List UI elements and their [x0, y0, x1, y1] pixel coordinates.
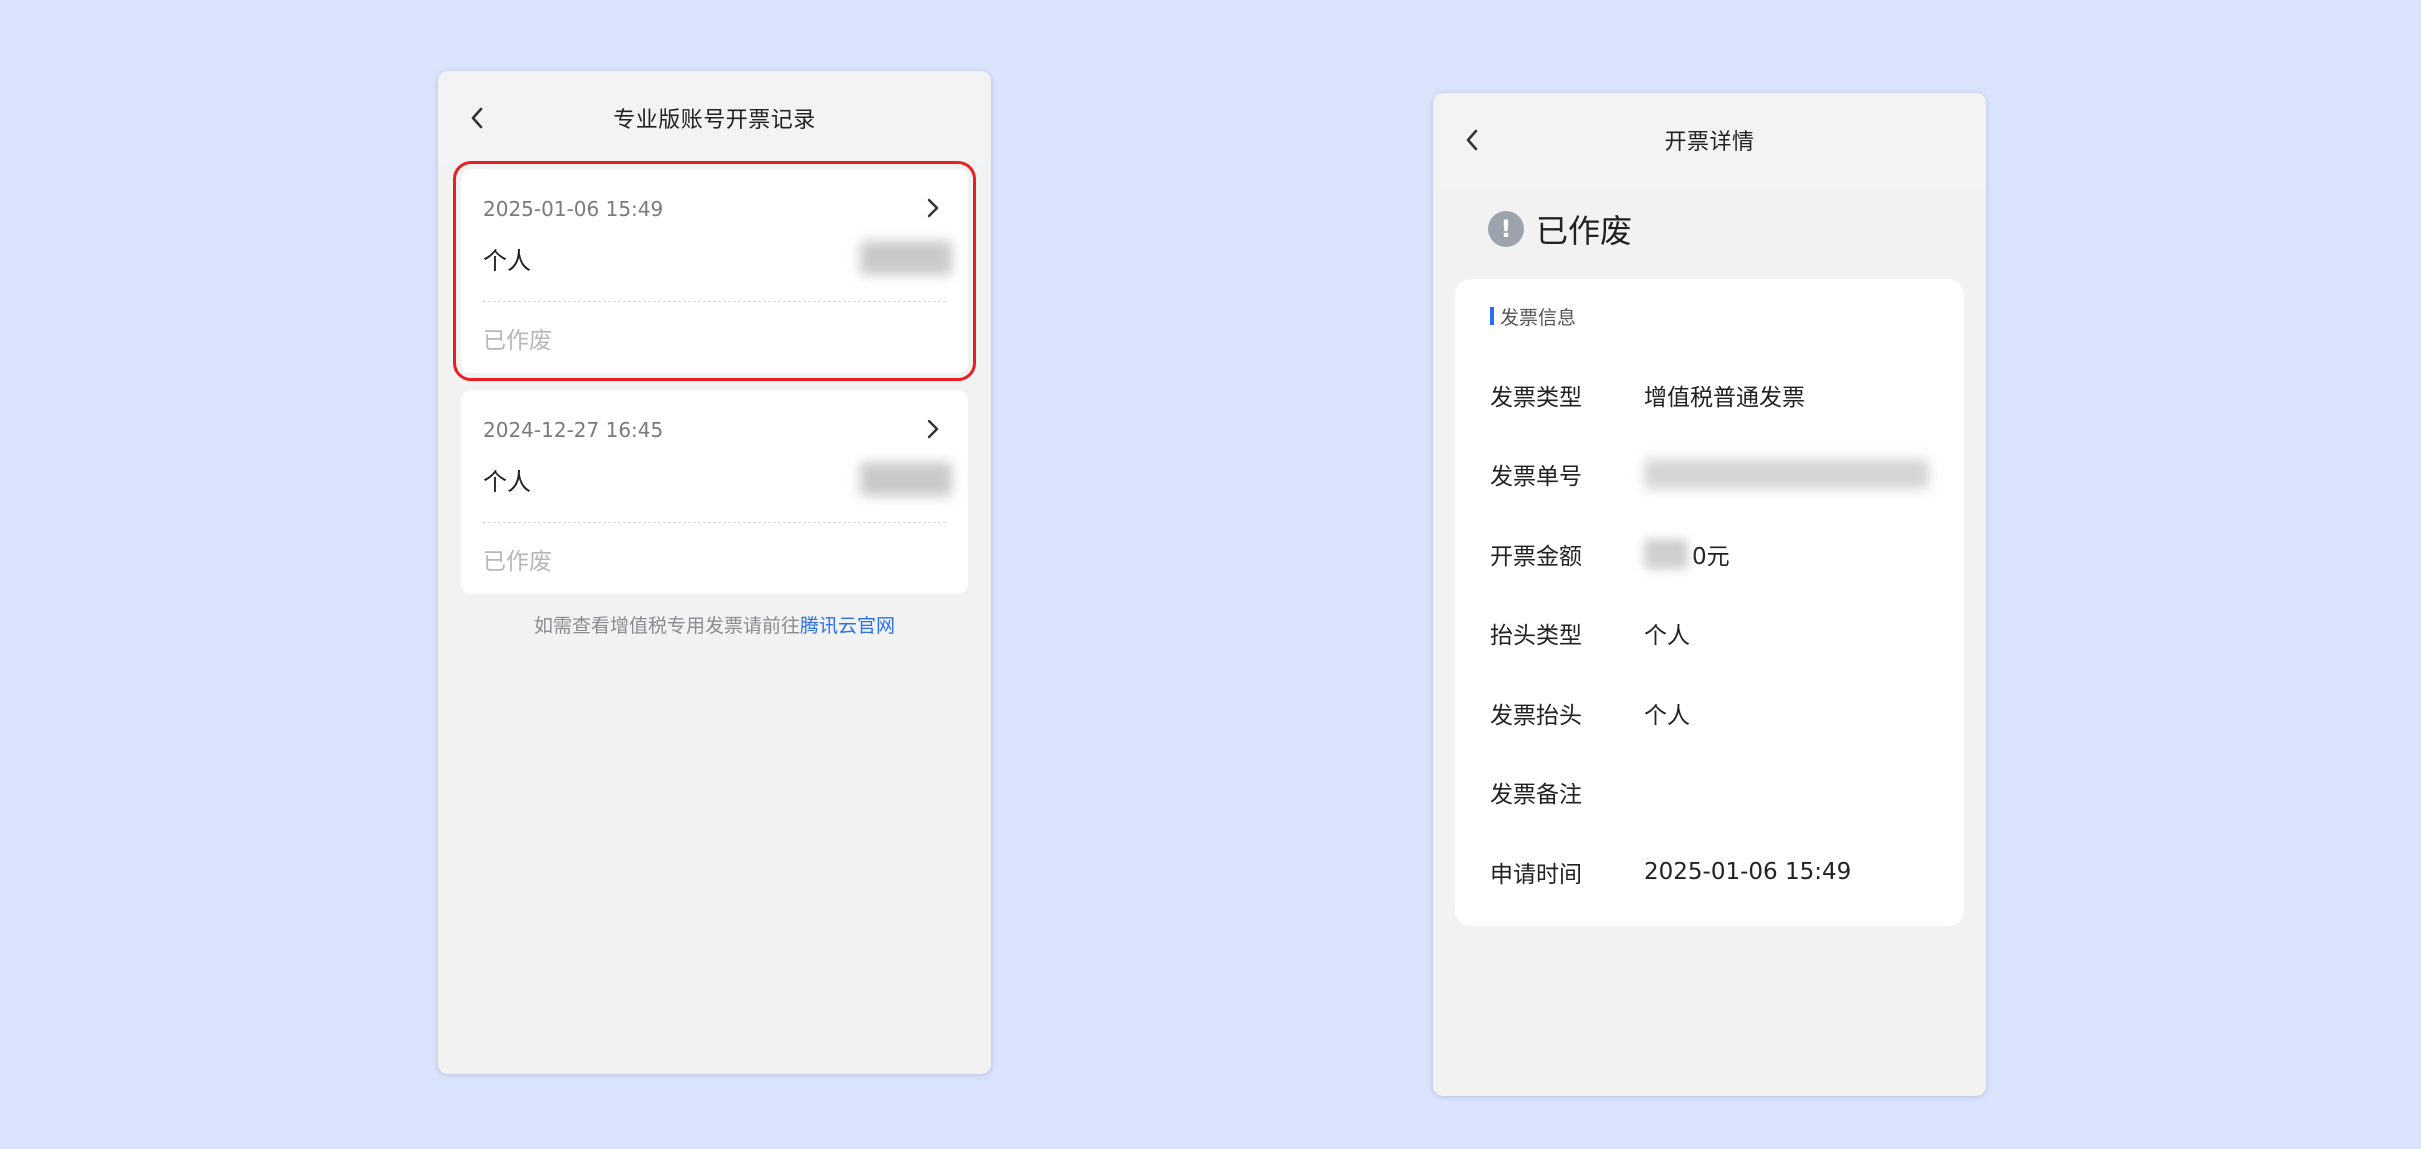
chevron-right-icon	[920, 416, 946, 442]
row-label: 申请时间	[1490, 861, 1582, 888]
record-title-name: 个人	[483, 247, 531, 275]
info-row-apply-time: 申请时间 2025-01-06 15:49	[1455, 832, 1964, 912]
back-button[interactable]	[460, 101, 494, 135]
record-status: 已作废	[483, 328, 552, 354]
info-row-invoice-number: 发票单号	[1455, 435, 1964, 515]
info-row-title-type: 抬头类型 个人	[1455, 594, 1964, 674]
record-amount-blurred	[860, 462, 952, 496]
row-label: 发票抬头	[1490, 702, 1582, 729]
info-row-remark: 发票备注	[1455, 753, 1964, 833]
record-card[interactable]: 2025-01-06 15:49 个人 已作废	[453, 161, 976, 381]
record-card[interactable]: 2024-12-27 16:45 个人 已作废	[461, 390, 968, 594]
info-row-invoice-type: 发票类型 增值税普通发票	[1455, 355, 1964, 435]
row-label: 发票备注	[1490, 782, 1582, 809]
chevron-left-icon	[471, 107, 483, 129]
info-row-invoice-title: 发票抬头 个人	[1455, 673, 1964, 753]
records-list: 2025-01-06 15:49 个人 已作废 2024-12-27 16:45…	[438, 161, 991, 594]
row-label: 开票金额	[1490, 543, 1582, 570]
record-date: 2024-12-27 16:45	[483, 418, 664, 442]
section-accent-bar	[1490, 307, 1494, 325]
amount-suffix: 0元	[1692, 543, 1730, 570]
chevron-left-icon	[1466, 129, 1478, 151]
row-label: 发票单号	[1490, 464, 1582, 491]
stage: 专业版账号开票记录 2025-01-06 15:49 个人 已作废 2024-1…	[0, 0, 2421, 1149]
chevron-right-icon	[920, 195, 946, 221]
record-amount-blurred	[860, 241, 952, 275]
section-title-text: 发票信息	[1500, 306, 1577, 329]
record-date: 2025-01-06 15:49	[483, 197, 664, 221]
row-value	[1644, 459, 1929, 490]
tencent-cloud-link[interactable]: 腾讯云官网	[800, 615, 895, 637]
invoice-info-card: 发票信息 发票类型 增值税普通发票 发票单号 开票金额 0元 抬头类型 个人 发…	[1455, 279, 1964, 926]
invoice-records-screen: 专业版账号开票记录 2025-01-06 15:49 个人 已作废 2024-1…	[438, 71, 991, 1074]
divider	[483, 522, 946, 523]
row-label: 发票类型	[1490, 384, 1582, 411]
record-status: 已作废	[483, 549, 552, 575]
back-button[interactable]	[1455, 123, 1489, 157]
invoice-detail-screen: 开票详情 ! 已作废 发票信息 发票类型 增值税普通发票 发票单号 开票金额 0…	[1433, 93, 1986, 1096]
row-value: 个人	[1644, 702, 1690, 729]
state-label: 已作废	[1536, 212, 1633, 250]
row-label: 抬头类型	[1490, 623, 1582, 650]
section-title: 发票信息	[1455, 305, 1964, 329]
row-value: 2025-01-06 15:49	[1644, 858, 1852, 885]
row-value: 0元	[1644, 537, 1730, 571]
navbar: 开票详情	[1433, 93, 1986, 187]
amount-blurred	[1644, 538, 1688, 569]
page-title: 专业版账号开票记录	[613, 108, 816, 133]
navbar: 专业版账号开票记录	[438, 71, 991, 165]
page-title: 开票详情	[1664, 130, 1755, 155]
record-title-name: 个人	[483, 468, 531, 496]
invoice-number-blurred	[1644, 459, 1929, 490]
row-value: 增值税普通发票	[1644, 384, 1805, 411]
info-row-amount: 开票金额 0元	[1455, 514, 1964, 594]
invoice-state: ! 已作废	[1433, 179, 1986, 279]
divider	[483, 301, 946, 302]
exclamation-icon: !	[1488, 211, 1524, 247]
footer-note: 如需查看增值税专用发票请前往腾讯云官网	[438, 611, 991, 638]
footer-text: 如需查看增值税专用发票请前往	[533, 615, 800, 637]
row-value: 个人	[1644, 623, 1690, 650]
